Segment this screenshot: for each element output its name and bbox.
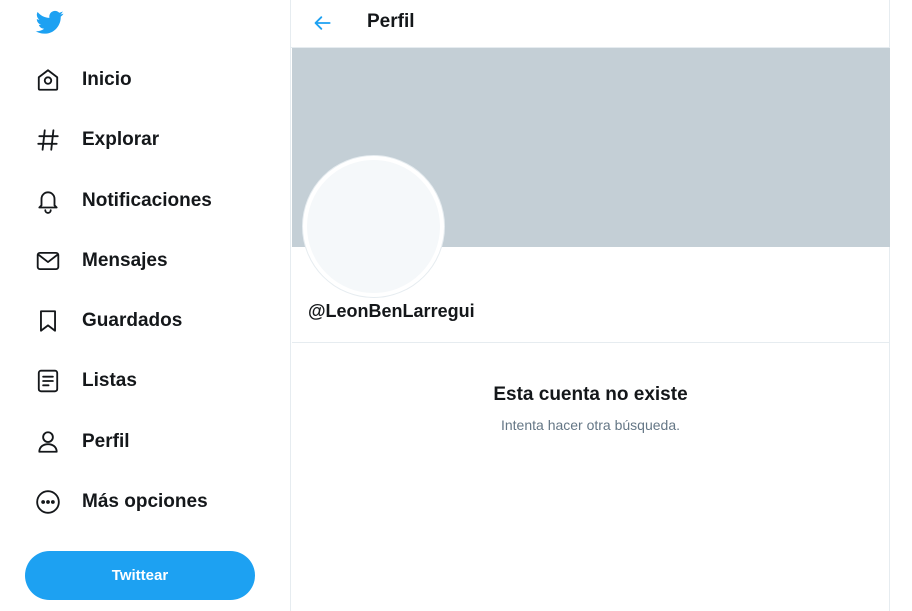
divider bbox=[292, 342, 890, 343]
back-button[interactable] bbox=[309, 9, 337, 37]
sidebar-item-label: Guardados bbox=[82, 310, 183, 331]
empty-state-subtitle: Intenta hacer otra búsqueda. bbox=[500, 417, 681, 433]
sidebar: Inicio Explorar Notificaciones Mensajes bbox=[0, 0, 290, 611]
back-arrow-icon bbox=[314, 16, 331, 30]
envelope-icon bbox=[35, 248, 61, 274]
sidebar-item-mensajes[interactable]: Mensajes bbox=[28, 239, 268, 283]
sidebar-item-label: Más opciones bbox=[82, 491, 208, 512]
bookmark-icon bbox=[35, 308, 61, 334]
sidebar-item-label: Explorar bbox=[82, 129, 160, 150]
sidebar-item-listas[interactable]: Listas bbox=[28, 359, 268, 403]
sidebar-item-guardados[interactable]: Guardados bbox=[28, 299, 268, 343]
bell-icon bbox=[35, 188, 61, 214]
tweet-button[interactable]: Twittear bbox=[25, 551, 255, 600]
avatar[interactable] bbox=[303, 156, 444, 297]
sidebar-item-label: Mensajes bbox=[82, 250, 168, 271]
list-icon bbox=[35, 368, 61, 394]
profile-header: Perfil bbox=[291, 0, 890, 48]
sidebar-item-explorar[interactable]: Explorar bbox=[28, 118, 268, 162]
person-icon bbox=[35, 429, 61, 455]
empty-state-title: Esta cuenta no existe bbox=[493, 384, 688, 405]
more-circle-icon bbox=[35, 489, 61, 515]
sidebar-item-label: Notificaciones bbox=[82, 190, 212, 211]
sidebar-item-perfil[interactable]: Perfil bbox=[28, 420, 268, 464]
profile-column: Perfil @LeonBenLarregui Esta cuenta no e… bbox=[290, 0, 890, 611]
sidebar-item-label: Inicio bbox=[82, 69, 132, 90]
sidebar-item-label: Perfil bbox=[82, 431, 130, 452]
home-icon bbox=[35, 67, 61, 93]
sidebar-item-inicio[interactable]: Inicio bbox=[28, 58, 268, 102]
sidebar-item-label: Listas bbox=[82, 370, 137, 391]
app-window: Inicio Explorar Notificaciones Mensajes bbox=[0, 0, 912, 611]
sidebar-item-notificaciones[interactable]: Notificaciones bbox=[28, 179, 268, 223]
profile-handle: @LeonBenLarregui bbox=[308, 301, 475, 321]
hashtag-icon bbox=[35, 127, 61, 153]
sidebar-item-mas-opciones[interactable]: Más opciones bbox=[28, 480, 268, 524]
page-title: Perfil bbox=[367, 11, 415, 32]
twitter-bird-icon[interactable] bbox=[34, 8, 66, 36]
